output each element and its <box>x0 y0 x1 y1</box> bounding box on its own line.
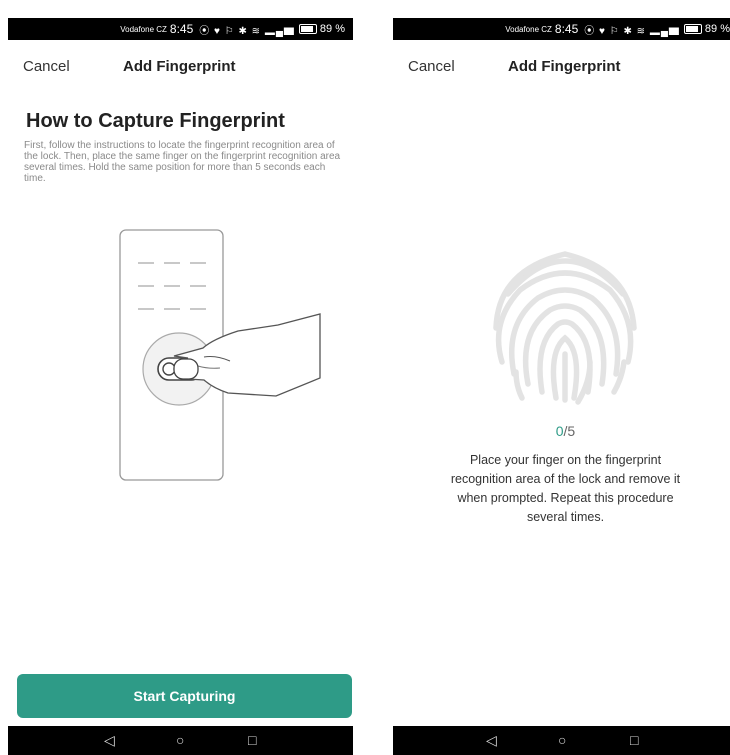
status-icons: ⦿ ♥ ⚐ ✱ ≋ ▂▄▆ <box>199 25 295 37</box>
recents-square-icon[interactable]: □ <box>248 732 256 748</box>
home-circle-icon[interactable]: ○ <box>176 732 184 748</box>
start-capturing-button[interactable]: Start Capturing <box>17 674 352 718</box>
status-bar: Vodafone CZ 8:45 ⦿ ♥ ⚐ ✱ ≋ ▂▄▆ 89 % <box>393 18 730 40</box>
system-nav-bar: ◁ ○ □ <box>8 726 353 755</box>
cancel-button[interactable]: Cancel <box>23 58 70 75</box>
carrier-label: Vodafone CZ <box>505 24 552 34</box>
back-triangle-icon[interactable]: ◁ <box>486 732 497 748</box>
battery-percent: 89 % <box>319 23 345 35</box>
capture-heading: How to Capture Fingerprint <box>26 110 285 132</box>
fingerprint-icon <box>493 251 637 405</box>
battery-icon <box>298 24 317 34</box>
battery-icon <box>683 24 702 34</box>
top-navbar: Cancel Add Fingerprint <box>8 58 353 82</box>
capture-instruction: Place your finger on the fingerprint rec… <box>450 453 681 524</box>
left-screen: Vodafone CZ 8:45 ⦿ ♥ ⚐ ✱ ≋ ▂▄▆ 89 % Canc… <box>8 18 353 755</box>
carrier-label: Vodafone CZ <box>120 24 167 34</box>
home-circle-icon[interactable]: ○ <box>558 732 566 748</box>
system-nav-bar: ◁ ○ □ <box>393 726 730 755</box>
progress-current: 0 <box>555 423 564 439</box>
top-navbar: Cancel Add Fingerprint <box>393 58 730 82</box>
status-time: 8:45 <box>554 22 579 36</box>
page-title: Add Fingerprint <box>508 58 621 75</box>
cancel-button[interactable]: Cancel <box>408 58 455 75</box>
status-time: 8:45 <box>169 22 194 36</box>
status-bar: Vodafone CZ 8:45 ⦿ ♥ ⚐ ✱ ≋ ▂▄▆ 89 % <box>8 18 353 40</box>
battery-percent: 89 % <box>704 23 730 35</box>
back-triangle-icon[interactable]: ◁ <box>104 732 115 748</box>
progress-total: /5 <box>563 423 576 439</box>
capture-progress: 0/5 <box>393 423 730 439</box>
status-icons: ⦿ ♥ ⚐ ✱ ≋ ▂▄▆ <box>584 25 680 37</box>
recents-square-icon[interactable]: □ <box>630 732 638 748</box>
right-screen: Vodafone CZ 8:45 ⦿ ♥ ⚐ ✱ ≋ ▂▄▆ 89 % Canc… <box>393 18 730 755</box>
door-lock-illustration <box>119 229 321 481</box>
page-title: Add Fingerprint <box>123 58 236 75</box>
capture-description: First, follow the instructions to locate… <box>24 140 341 184</box>
